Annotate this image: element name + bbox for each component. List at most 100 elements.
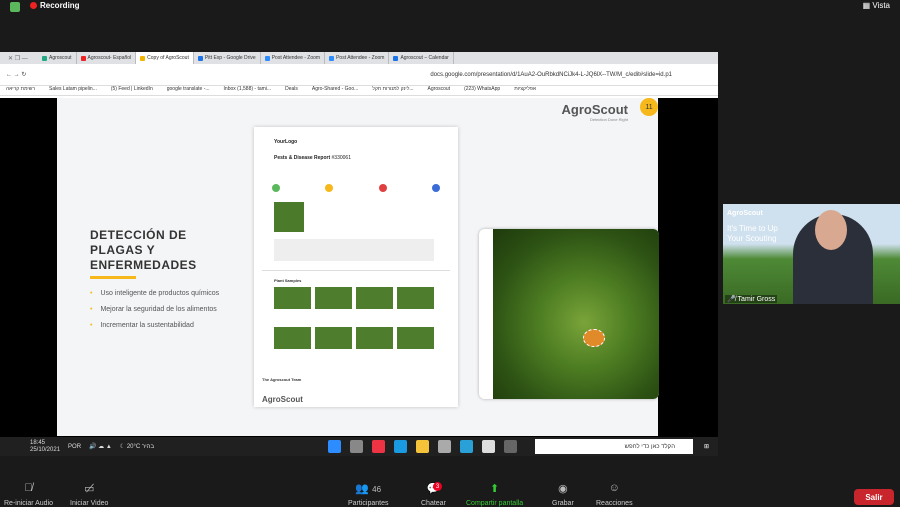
slide: AgroScout Detection Done Right 11 DETECCI… [57,98,659,436]
nav-icons[interactable]: ← → ↻ [6,71,26,78]
windows-taskbar: 18:45 25/10/2021 POR 🔊 ☁ ▲ ☾ 20°C בהיר הק… [0,437,718,456]
bookmark[interactable]: (5) Feed | LinkedIn [111,86,153,95]
audio-button[interactable]: 🎙̸ Re-iniciar Audio [4,482,53,507]
bullet-text: Mejorar la seguridad de los alimentos [100,305,217,313]
edge-icon[interactable] [394,440,407,453]
sample-image [274,287,311,309]
sample-image [356,287,393,309]
bookmark[interactable]: Deals [285,86,298,95]
bookmark[interactable]: google translate -... [167,86,210,95]
language-indicator[interactable]: POR [68,444,81,450]
video-label: Iniciar Video [70,500,109,507]
bookmark[interactable]: אפליקציות [514,86,536,95]
tab-3[interactable]: Copy of AgroScout [136,52,194,64]
sample-image [397,327,434,349]
agroscout-logo: AgroScout Detection Done Right [562,102,628,122]
report-footer: The Agroscout Team [262,377,302,382]
chat-label: Chatear [421,500,446,507]
webcam-tile[interactable]: AgroScout It's Time to Up Your Scouting … [723,204,900,304]
weather-label: בהיר [141,444,155,450]
clock[interactable]: 18:45 25/10/2021 [30,440,60,454]
bookmark[interactable]: (223) WhatsApp [464,86,500,95]
tab-6[interactable]: Post Attendee - Zoom [325,52,390,64]
chrome-icon[interactable] [372,440,385,453]
bullet-icon: • [90,321,93,329]
participants-button[interactable]: 👥 46 Participantes [348,482,388,507]
zoom-control-bar: 🎙̸ Re-iniciar Audio ▭̸ Iniciar Video 👥 46 P… [0,482,900,507]
chat-button[interactable]: 💬3Chatear [421,482,446,507]
window-controls[interactable]: ✕ ❐ — [8,55,38,62]
record-icon: ◉ [558,483,568,495]
samples-label: Plant Samples [274,278,302,283]
tab-icon [42,55,47,61]
search-placeholder: הקלד כאן כדי לחפש [624,443,675,450]
bullet-icon: • [90,289,93,297]
sample-image [274,327,311,349]
app-sidebar [479,229,493,399]
app-mockup [479,229,659,399]
store-icon[interactable] [482,440,495,453]
app-icon[interactable] [504,440,517,453]
zoom-top-bar: Recording ▦ Vista [0,0,900,14]
record-label: Grabar [552,500,574,507]
leave-button[interactable]: Salir [854,489,894,505]
share-screen-button[interactable]: ⬆ Compartir pantalla [466,482,523,507]
title-underline [90,276,136,279]
taskbar-search[interactable]: הקלד כאן כדי לחפש [535,439,693,454]
app-icon[interactable] [438,440,451,453]
bookmark[interactable]: Agroscout [428,86,451,95]
tray-icons[interactable]: 🔊 ☁ ▲ [89,443,112,450]
app-icon[interactable] [460,440,473,453]
bookmark[interactable]: Sales Latam pipelin... [49,86,97,95]
tab-1[interactable]: Agroscout [38,52,77,64]
tab-label: Agroscout [49,55,72,61]
weather[interactable]: ☾ 20°C בהיר [120,443,154,450]
report-footer-logo: AgroScout [262,395,303,404]
bookmark[interactable]: לינק למנורות חקל... [372,86,413,95]
folder-icon[interactable] [416,440,429,453]
video-off-icon: ▭̸ [84,483,95,495]
tab-label: Agroscout – Calendar [400,55,449,61]
page-number-badge: 11 [640,98,658,116]
shared-screen: ✕ ❐ — Agroscout Agroscout- Español Copy … [0,52,718,456]
leaf-photo [493,229,659,399]
report-title-text: Pests & Disease Report [274,155,331,161]
tab-label: Post Attendee - Zoom [271,55,321,61]
tab-7[interactable]: Agroscout – Calendar [389,52,454,64]
address-bar[interactable]: ← → ↻ docs.google.com/presentation/d/1Au… [0,64,718,86]
record-button[interactable]: ◉ Grabar [552,482,574,507]
app-icon[interactable] [350,440,363,453]
tab-5[interactable]: Post Attendee - Zoom [261,52,326,64]
shield-icon[interactable] [10,2,20,12]
bookmark[interactable]: Inbox (1,588) - tami... [224,86,272,95]
presentation-area: AgroScout Detection Done Right 11 DETECCI… [0,98,718,456]
webcam-banner-text: It's Time to Up Your Scouting [727,224,778,243]
video-button[interactable]: ▭̸ Iniciar Video [70,482,108,507]
taskbar-apps [328,440,517,453]
tab-4[interactable]: Pitt Exp - Google Drive [194,52,261,64]
bookmark[interactable]: רשימת קריאה [6,86,35,95]
windows-start-icon[interactable]: ⊞ [704,443,709,450]
status-circle [431,184,440,192]
reactions-icon: ☺ [608,482,620,494]
bookmark[interactable]: Agro-Shared - Goo... [312,86,358,95]
bullet-text: Incrementar la sustentabilidad [100,321,194,329]
drive-icon [197,55,203,61]
url-text[interactable]: docs.google.com/presentation/d/1AuA2-OuR… [430,72,672,78]
participant-name: 🎤̸ Tamir Gross [725,295,778,303]
recording-indicator[interactable]: Recording [30,1,80,10]
youtube-icon [80,55,86,61]
recording-label: Recording [40,1,80,10]
zoom-app-icon[interactable] [328,440,341,453]
reactions-button[interactable]: ☺ Reacciones [596,482,633,507]
status-circle [272,184,280,192]
browser-tabs: ✕ ❐ — Agroscout Agroscout- Español Copy … [0,52,718,64]
view-button[interactable]: ▦ Vista [863,1,890,10]
bullet-item: • Mejorar la seguridad de los alimentos [90,301,219,317]
webcam-brand: AgroScout [727,210,763,217]
sample-row [274,327,450,349]
tab-2[interactable]: Agroscout- Español [77,52,137,64]
logo-tagline: Detection Done Right [589,117,628,122]
share-screen-icon: ⬆ [489,483,500,495]
share-label: Compartir pantalla [466,500,524,507]
